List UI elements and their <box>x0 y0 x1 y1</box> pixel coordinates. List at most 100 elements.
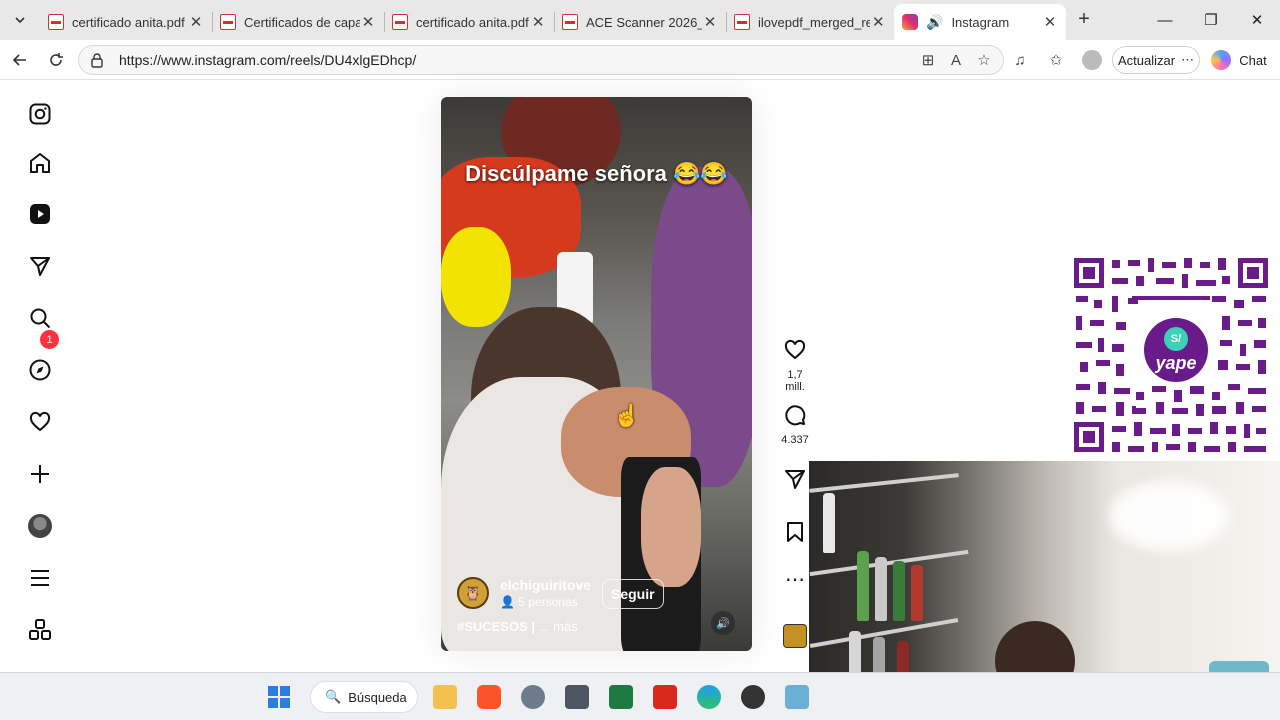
minimize-icon[interactable]: — <box>1142 0 1188 40</box>
hand-cursor-icon: ☝ <box>613 403 641 428</box>
browser-toolbar: https://www.instagram.com/reels/DU4xlgED… <box>0 40 1280 80</box>
tab-title: ACE Scanner 2026_0 <box>586 14 702 30</box>
browser-tab[interactable]: Certificados de capac ✕ <box>212 4 385 40</box>
save-button[interactable] <box>778 520 812 549</box>
windows-start-icon[interactable] <box>267 685 291 709</box>
close-tab-icon[interactable]: ✕ <box>530 13 546 31</box>
close-window-icon[interactable]: ✕ <box>1234 0 1280 40</box>
reel-description: #SUCESOS | ... más <box>457 619 578 634</box>
edge-browser-icon[interactable] <box>697 685 721 709</box>
tab-title: Certificados de capac <box>244 14 360 30</box>
close-tab-icon[interactable]: ✕ <box>870 13 886 31</box>
author-username[interactable]: elchiguiritove <box>500 577 591 593</box>
instagram-favicon-icon <box>902 14 918 30</box>
share-button[interactable] <box>778 467 812 496</box>
more-link[interactable]: ... más <box>539 619 578 634</box>
brave-browser-icon[interactable] <box>477 685 501 709</box>
browser-tab[interactable]: ACE Scanner 2026_0 ✕ <box>554 4 727 40</box>
back-arrow-icon[interactable] <box>8 48 32 72</box>
heart-icon <box>784 339 806 360</box>
close-tab-icon[interactable]: ✕ <box>360 13 376 31</box>
pdf-reader-icon[interactable] <box>653 685 677 709</box>
reel-author[interactable]: 🦉 elchiguiritove 👤 5 personas <box>457 577 591 609</box>
more-menu-icon[interactable] <box>26 564 54 592</box>
new-tab-plus-icon[interactable]: + <box>1072 8 1096 32</box>
heart-notifications-icon[interactable] <box>26 408 54 436</box>
scanner-app-icon[interactable] <box>565 685 589 709</box>
yape-brand-text: yape <box>1155 352 1197 373</box>
also-from-meta-icon[interactable] <box>26 616 54 644</box>
profile-avatar[interactable] <box>26 512 54 540</box>
excel-icon[interactable] <box>609 685 633 709</box>
person-icon: 👤 <box>500 595 519 609</box>
update-button[interactable]: Actualizar ⋯ <box>1112 46 1200 74</box>
app-icon[interactable] <box>785 685 809 709</box>
browser-tab[interactable]: ilovepdf_merged_ren ✕ <box>726 4 894 40</box>
notification-badge: 1 <box>40 330 59 349</box>
speaker-audio-icon[interactable]: 🔊 <box>926 14 943 31</box>
pdf-icon <box>734 14 750 30</box>
follow-button[interactable]: Seguir <box>602 579 664 609</box>
close-tab-icon[interactable]: ✕ <box>1042 13 1058 31</box>
send-paper-plane-icon <box>785 470 805 489</box>
volume-speaker-icon[interactable]: 🔊 <box>711 611 735 635</box>
search-label: Búsqueda <box>348 689 407 705</box>
more-options-icon[interactable]: ⋯ <box>778 570 812 590</box>
update-label: Actualizar <box>1117 52 1176 68</box>
yape-qr-code: S/ yape <box>1072 256 1270 454</box>
viewers-count: 👤 5 personas <box>500 595 591 609</box>
like-button[interactable]: 1,7 mill. <box>778 338 812 393</box>
messages-icon[interactable] <box>26 252 54 280</box>
comment-button[interactable]: 4.337 <box>778 403 812 446</box>
reels-icon[interactable] <box>26 200 54 228</box>
hashtag-text[interactable]: #SUCESOS | <box>457 619 535 634</box>
search-icon[interactable] <box>26 304 54 332</box>
tab-actions-chevron-icon[interactable] <box>6 6 34 34</box>
create-plus-icon[interactable] <box>26 460 54 488</box>
tab-title: Instagram <box>951 14 1010 30</box>
address-bar[interactable]: https://www.instagram.com/reels/DU4xlgED… <box>78 45 1004 75</box>
split-screen-icon[interactable]: ⊞ <box>918 50 938 70</box>
favorite-star-icon[interactable]: ☆ <box>974 50 994 70</box>
pdf-icon <box>562 14 578 30</box>
read-aloud-icon[interactable]: A <box>946 50 966 70</box>
avatar <box>28 514 52 538</box>
site-info-lock-icon[interactable] <box>89 52 105 68</box>
browser-tab-active[interactable]: 🔊 Instagram ✕ <box>894 4 1066 40</box>
windows-taskbar: 🔍 Búsqueda <box>0 672 1280 720</box>
home-icon[interactable] <box>26 149 54 177</box>
media-control-icon[interactable]: ♫ <box>1010 50 1030 70</box>
bookmark-icon <box>787 522 803 542</box>
browser-tab[interactable]: certificado anita.pdf ✕ <box>40 4 213 40</box>
explore-compass-icon[interactable] <box>26 356 54 384</box>
close-tab-icon[interactable]: ✕ <box>188 13 204 31</box>
restore-icon[interactable]: ❐ <box>1188 0 1234 40</box>
video-frame-shape <box>641 467 701 587</box>
file-explorer-icon[interactable] <box>433 685 457 709</box>
browser-tab-strip: certificado anita.pdf ✕ Certificados de … <box>0 0 1280 40</box>
url-text: https://www.instagram.com/reels/DU4xlgED… <box>119 52 417 68</box>
comments-count: 4.337 <box>781 434 809 446</box>
author-avatar[interactable]: 🦉 <box>457 577 489 609</box>
settings-gear-icon[interactable] <box>521 685 545 709</box>
currency-badge: S/ <box>1164 326 1188 351</box>
yape-logo: S/ yape <box>1144 318 1208 382</box>
copilot-chat-button[interactable]: Chat <box>1206 46 1272 74</box>
taskbar-search[interactable]: 🔍 Búsqueda <box>310 681 418 713</box>
likes-count: 1,7 mill. <box>785 369 805 393</box>
instagram-sidebar: 1 <box>0 80 80 670</box>
refresh-icon[interactable] <box>44 48 68 72</box>
reel-video[interactable]: Discúlpame señora 😂😂 🦉 elchiguiritove 👤 … <box>441 97 752 651</box>
instagram-logo-icon[interactable] <box>26 100 54 128</box>
audio-thumbnail[interactable] <box>783 624 807 648</box>
more-dots-icon: ⋯ <box>1181 52 1195 67</box>
close-tab-icon[interactable]: ✕ <box>702 13 718 31</box>
viewers-text: 5 personas <box>518 595 578 609</box>
pdf-icon <box>48 14 64 30</box>
comment-bubble-icon <box>785 405 806 426</box>
browser-tab[interactable]: certificado anita.pdf ✕ <box>384 4 555 40</box>
profile-avatar-icon[interactable] <box>1082 50 1102 70</box>
pdf-icon <box>392 14 408 30</box>
favorites-bar-icon[interactable]: ✩ <box>1046 50 1066 70</box>
obs-studio-icon[interactable] <box>741 685 765 709</box>
